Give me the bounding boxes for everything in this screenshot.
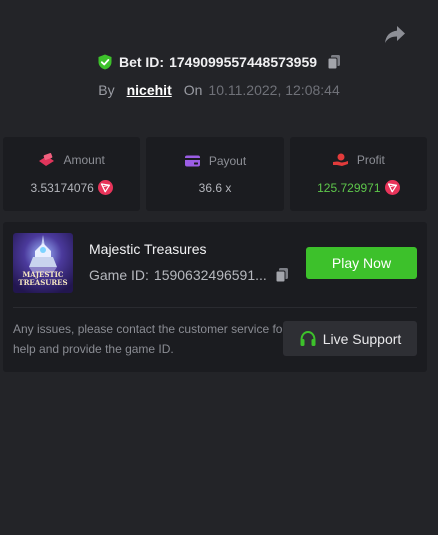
share-button[interactable] — [384, 25, 406, 45]
bet-datetime: 10.11.2022, 12:08:44 — [208, 82, 340, 98]
bet-stats: Amount 3.53174076 Payout 36.6 x Profit 1… — [3, 137, 427, 211]
share-icon — [385, 26, 405, 43]
game-id-value: 1590632496591... — [153, 267, 267, 283]
game-id-label: Game ID: — [89, 267, 149, 283]
coins-icon — [39, 153, 55, 166]
live-support-button[interactable]: Live Support — [283, 321, 417, 356]
game-thumbnail[interactable]: MAJESTIC TREASURES — [13, 233, 73, 293]
trx-coin-icon — [384, 180, 400, 195]
play-now-button[interactable]: Play Now — [306, 247, 417, 279]
stat-profit: Profit 125.729971 — [289, 137, 427, 211]
headset-icon — [300, 330, 316, 346]
amount-label: Amount — [63, 153, 105, 167]
bet-meta-row: By nicehit On 10.11.2022, 12:08:44 — [0, 82, 438, 98]
divider — [13, 307, 417, 308]
on-label: On — [183, 82, 203, 98]
payout-label: Payout — [208, 153, 247, 168]
copy-icon[interactable] — [327, 54, 341, 70]
trx-coin-icon — [97, 180, 113, 195]
copy-icon[interactable] — [275, 267, 289, 283]
profit-value: 125.729971 — [317, 180, 381, 195]
bet-id-value: 1749099557448573959 — [169, 54, 318, 70]
live-support-label: Live Support — [322, 330, 402, 347]
support-message: Any issues, please contact the customer … — [13, 322, 287, 356]
profit-label: Profit — [356, 153, 385, 167]
stat-payout: Payout 36.6 x — [146, 137, 284, 211]
thumbnail-title-line2: TREASURES — [18, 278, 68, 287]
stat-amount: Amount 3.53174076 — [3, 137, 141, 211]
game-card: MAJESTIC TREASURES Majestic Treasures Ga… — [3, 222, 427, 372]
by-label: By — [98, 82, 115, 98]
bet-id-row: Bet ID: 1749099557448573959 — [0, 54, 438, 70]
verified-shield-icon — [98, 54, 112, 70]
username-link[interactable]: nicehit — [127, 82, 172, 98]
wallet-card-icon — [184, 155, 200, 166]
game-id-row: Game ID: 1590632496591... — [89, 267, 289, 283]
payout-value: 36.6 x — [198, 180, 232, 195]
game-name: Majestic Treasures — [89, 241, 207, 257]
amount-value: 3.53174076 — [30, 180, 94, 195]
bet-id-label: Bet ID: — [118, 54, 165, 70]
hand-coin-icon — [332, 153, 348, 166]
